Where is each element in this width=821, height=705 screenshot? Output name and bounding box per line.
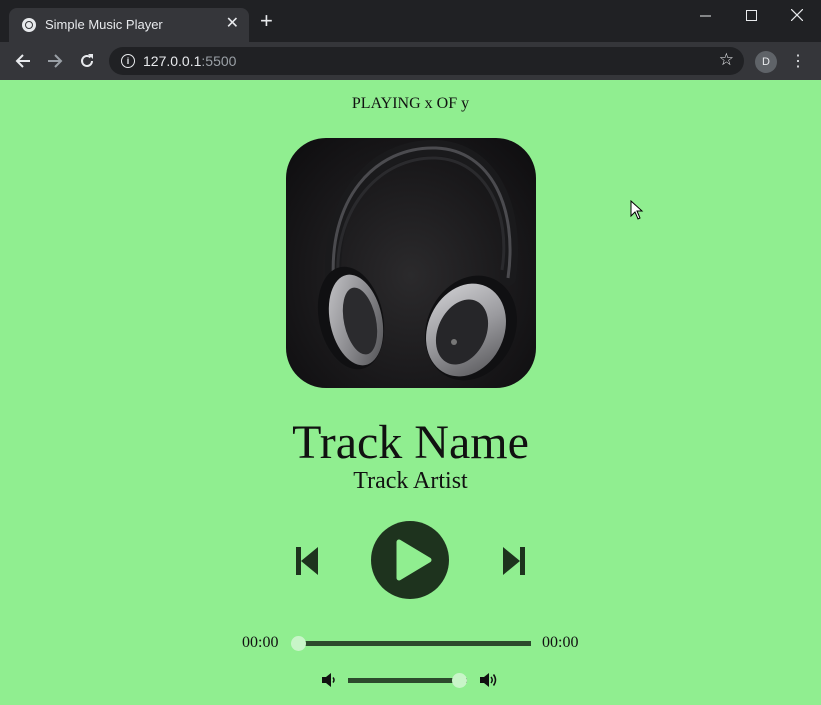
play-button[interactable] bbox=[371, 521, 449, 599]
now-playing-label: PLAYING x OF y bbox=[351, 95, 470, 112]
back-icon[interactable] bbox=[11, 49, 35, 73]
kebab-menu-icon[interactable]: ⋮ bbox=[790, 51, 806, 71]
address-bar[interactable]: i 127.0.0.1:5500 ☆ bbox=[109, 47, 744, 75]
track-artist: Track Artist bbox=[353, 468, 468, 494]
tab-title: Simple Music Player bbox=[45, 17, 163, 32]
bookmark-star-icon[interactable]: ☆ bbox=[719, 50, 734, 70]
browser-tab[interactable]: Simple Music Player ✕ bbox=[9, 8, 249, 42]
profile-avatar[interactable]: D bbox=[755, 51, 777, 73]
mouse-cursor-icon bbox=[630, 200, 644, 220]
reload-icon[interactable] bbox=[75, 49, 99, 73]
total-duration: 00:00 bbox=[542, 634, 579, 651]
seek-slider-thumb[interactable] bbox=[291, 636, 306, 651]
minimize-icon[interactable] bbox=[682, 0, 728, 30]
seek-slider[interactable] bbox=[298, 641, 531, 646]
url-port: :5500 bbox=[201, 53, 237, 69]
url-host: 127.0.0.1 bbox=[143, 53, 202, 69]
forward-icon[interactable] bbox=[43, 49, 67, 73]
browser-chrome: Simple Music Player ✕ + i 127.0.0.1:5500… bbox=[0, 0, 821, 80]
volume-slider-thumb[interactable] bbox=[451, 673, 467, 688]
info-icon[interactable]: i bbox=[121, 54, 135, 68]
close-tab-icon[interactable]: ✕ bbox=[226, 15, 239, 33]
volume-slider[interactable] bbox=[348, 678, 467, 683]
globe-icon bbox=[22, 18, 36, 32]
track-name: Track Name bbox=[292, 416, 529, 469]
new-tab-icon[interactable]: + bbox=[260, 10, 273, 32]
volume-up-icon bbox=[480, 673, 497, 687]
previous-track-button[interactable] bbox=[295, 545, 319, 577]
close-window-icon[interactable] bbox=[774, 0, 820, 30]
music-player: PLAYING x OF y Track Name Track Artist 0… bbox=[0, 80, 821, 705]
tab-bar: Simple Music Player ✕ + bbox=[0, 0, 821, 42]
next-track-button[interactable] bbox=[502, 545, 526, 577]
maximize-icon[interactable] bbox=[728, 0, 774, 30]
volume-down-icon bbox=[322, 673, 335, 687]
browser-toolbar: i 127.0.0.1:5500 ☆ D ⋮ bbox=[0, 42, 821, 80]
url-text: 127.0.0.1:5500 bbox=[143, 53, 236, 69]
current-time: 00:00 bbox=[242, 634, 279, 651]
album-art bbox=[286, 138, 536, 388]
headphones-image bbox=[317, 139, 519, 381]
